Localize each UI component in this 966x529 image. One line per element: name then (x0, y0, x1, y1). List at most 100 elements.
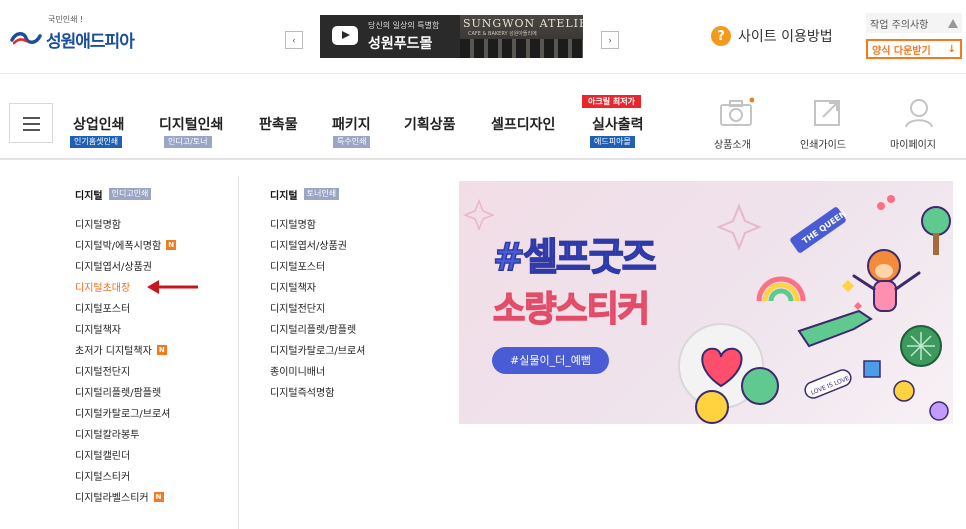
nav-sub-large-print[interactable]: 애드피아몰 (590, 136, 635, 148)
menu-item[interactable]: 디지털책자 (75, 318, 176, 339)
menu-item[interactable]: 종이미니배너 (270, 360, 365, 381)
menu-item[interactable]: 디지털박/에폭시명함 N (75, 234, 177, 255)
menu-item[interactable]: 디지털포스터 (270, 255, 365, 276)
menu-item[interactable]: 디지털스티커 (75, 465, 176, 486)
banner-prev-button[interactable]: ‹ (285, 31, 303, 49)
menu-item[interactable]: 디지털전단지 (270, 297, 365, 318)
menu-item-label: 디지털초대장 (75, 283, 131, 294)
nav-icon-label-products[interactable]: 상품소개 (714, 136, 751, 151)
menu-item[interactable]: 디지털명함 (270, 213, 365, 234)
menu-item-label: 디지털엽서/상품권 (75, 262, 152, 273)
menu-item-label: 디지털책자 (270, 283, 316, 294)
store-windows (460, 39, 583, 58)
menu-item-label: 디지털전단지 (75, 367, 131, 378)
site-guide-link[interactable]: ? 사이트 이용방법 (711, 26, 833, 46)
menu-list: 디지털명함디지털엽서/상품권디지털포스터디지털책자디지털전단지디지털리플렛/팜플… (270, 213, 365, 402)
youtube-icon (332, 26, 358, 45)
form-download-button[interactable]: 양식 다운받기 ↓ (866, 39, 962, 59)
nav-item-package[interactable]: 패키지 (332, 114, 371, 134)
top-promo-banner[interactable]: 당신의 일상의 특별함 성원푸드몰 SUNGWON ATELIER CAFE &… (320, 15, 583, 58)
promo-subtitle: 소량스티커 (492, 289, 651, 331)
warning-icon (948, 18, 958, 28)
menu-item[interactable]: 디지털엽서/상품권 (75, 255, 176, 276)
menu-item[interactable]: 디지털포스터 (75, 297, 176, 318)
menu-item[interactable]: 디지털카탈로그/브로셔 (270, 339, 365, 360)
menu-item-label: 디지털라벨스티커 (75, 493, 149, 504)
nav-item-planned-goods[interactable]: 기획상품 (404, 114, 456, 134)
nav-item-large-print[interactable]: 실사출력 (592, 114, 644, 134)
menu-item-label: 종이미니배너 (270, 367, 326, 378)
camera-icon[interactable] (718, 96, 754, 128)
menu-item[interactable]: 디지털라벨스티커 N (75, 486, 176, 507)
menu-item-label: 디지털칼라봉투 (75, 430, 140, 441)
logo-name: 성원애드피아 (46, 32, 135, 52)
column-heading-title: 디지털 (75, 190, 103, 202)
banner-next-button[interactable]: › (601, 31, 619, 49)
hamburger-menu-button[interactable] (9, 103, 53, 143)
column-heading-tag: 인디고인쇄 (108, 188, 152, 200)
logo-tagline: 국민인쇄 ! (48, 15, 84, 24)
menu-item[interactable]: 디지털엽서/상품권 (270, 234, 365, 255)
nav-item-self-design[interactable]: 셀프디자인 (491, 114, 555, 134)
nav-sub-package[interactable]: 특수인쇄 (333, 136, 371, 148)
question-icon: ? (711, 26, 731, 46)
main-navigation: 상업인쇄 인기홈셋인쇄 디지털인쇄 인디고/토너 판촉물 패키지 특수인쇄 기획… (0, 92, 966, 160)
nav-sub-commercial[interactable]: 인기홈셋인쇄 (70, 136, 123, 148)
column-heading-title: 디지털 (270, 190, 298, 202)
nav-icon-label-mypage[interactable]: 마이페이지 (890, 136, 936, 151)
top-header: 국민인쇄 ! 성원애드피아 ‹ 당신의 일상의 특별함 성원푸드몰 SUNGWO… (0, 0, 966, 74)
promo-title: #셀프굿즈 (492, 234, 657, 280)
site-guide-label: 사이트 이용방법 (738, 29, 833, 45)
work-notice-label: 작업 주의사항 (870, 19, 929, 31)
menu-item-label: 디지털리플렛/팜플렛 (270, 325, 357, 336)
banner-store-image: SUNGWON ATELIER CAFE & BAKERY 성원아뜰리에 (460, 15, 583, 58)
menu-item[interactable]: 디지털캘린더 (75, 444, 176, 465)
download-icon: ↓ (947, 43, 956, 55)
new-badge-icon: N (153, 491, 164, 502)
user-icon[interactable] (901, 96, 937, 128)
nav-icon-label-print-guide[interactable]: 인쇄가이드 (800, 136, 846, 151)
column-heading-tag: 토너인쇄 (303, 188, 340, 200)
menu-item[interactable]: 디지털전단지 (75, 360, 176, 381)
banner-brand: SUNGWON ATELIER (463, 17, 583, 30)
promo-banner-self-goods[interactable]: THE QUEEN LOVE IS LOVE #셀프굿즈 소량스티커 #실물이_… (459, 181, 953, 424)
menu-item-label: 디지털즉석명함 (270, 388, 335, 399)
menu-item-label: 디지털박/에폭시명함 (75, 241, 162, 252)
nav-item-digital-print[interactable]: 디지털인쇄 (159, 114, 223, 134)
menu-item[interactable]: 디지털책자 (270, 276, 365, 297)
column-divider (238, 176, 239, 529)
logo-mark-icon (10, 32, 42, 45)
banner-title: 성원푸드몰 (368, 36, 433, 52)
menu-item[interactable]: 디지털리플렛/팜플렛 (270, 318, 365, 339)
work-notice-link[interactable]: 작업 주의사항 (866, 13, 962, 33)
menu-item-label: 디지털카탈로그/브로셔 (270, 346, 366, 357)
new-badge-icon: N (166, 239, 177, 250)
menu-item[interactable]: 디지털카탈로그/브로셔 (75, 402, 176, 423)
banner-cafe: CAFE & BAKERY 성원아뜰리에 (468, 31, 537, 37)
column-heading: 디지털 토너인쇄 (270, 186, 365, 202)
menu-item-label: 디지털명함 (270, 220, 316, 231)
nav-sub-digital[interactable]: 인디고/토너 (164, 136, 212, 148)
menu-item[interactable]: 초저가 디지털책자 N (75, 339, 176, 360)
menu-item-label: 디지털포스터 (270, 262, 326, 273)
menu-list: 디지털명함 디지털박/에폭시명함 N 디지털엽서/상품권 디지털초대장 디지털포스터 디지털… (75, 213, 177, 507)
menu-item[interactable]: 디지털리플렛/팜플렛 (75, 381, 176, 402)
menu-item-label: 디지털명함 (75, 220, 121, 231)
menu-item-label: 디지털책자 (75, 325, 121, 336)
external-link-icon[interactable] (810, 96, 846, 128)
menu-item-label: 디지털전단지 (270, 304, 326, 315)
site-logo[interactable]: 국민인쇄 ! 성원애드피아 (10, 12, 160, 54)
nav-item-commercial-print[interactable]: 상업인쇄 (73, 114, 125, 134)
nav-hot-badge[interactable]: 아크릴 최저가 (582, 95, 641, 108)
form-download-label: 양식 다운받기 (872, 45, 931, 57)
menu-item[interactable]: 디지털칼라봉투 (75, 423, 176, 444)
menu-item-label: 디지털리플렛/팜플렛 (75, 388, 162, 399)
nav-item-promotional[interactable]: 판촉물 (259, 114, 298, 134)
new-badge-icon: N (156, 344, 167, 355)
menu-item[interactable]: 디지털즉석명함 (270, 381, 365, 402)
menu-item-label: 디지털카탈로그/브로셔 (75, 409, 171, 420)
promo-hashtag-pill[interactable]: #실물이_더_예뻠 (492, 347, 609, 374)
menu-item-label: 디지털포스터 (75, 304, 131, 315)
menu-item-label: 디지털엽서/상품권 (270, 241, 347, 252)
menu-item[interactable]: 디지털명함 (75, 213, 176, 234)
